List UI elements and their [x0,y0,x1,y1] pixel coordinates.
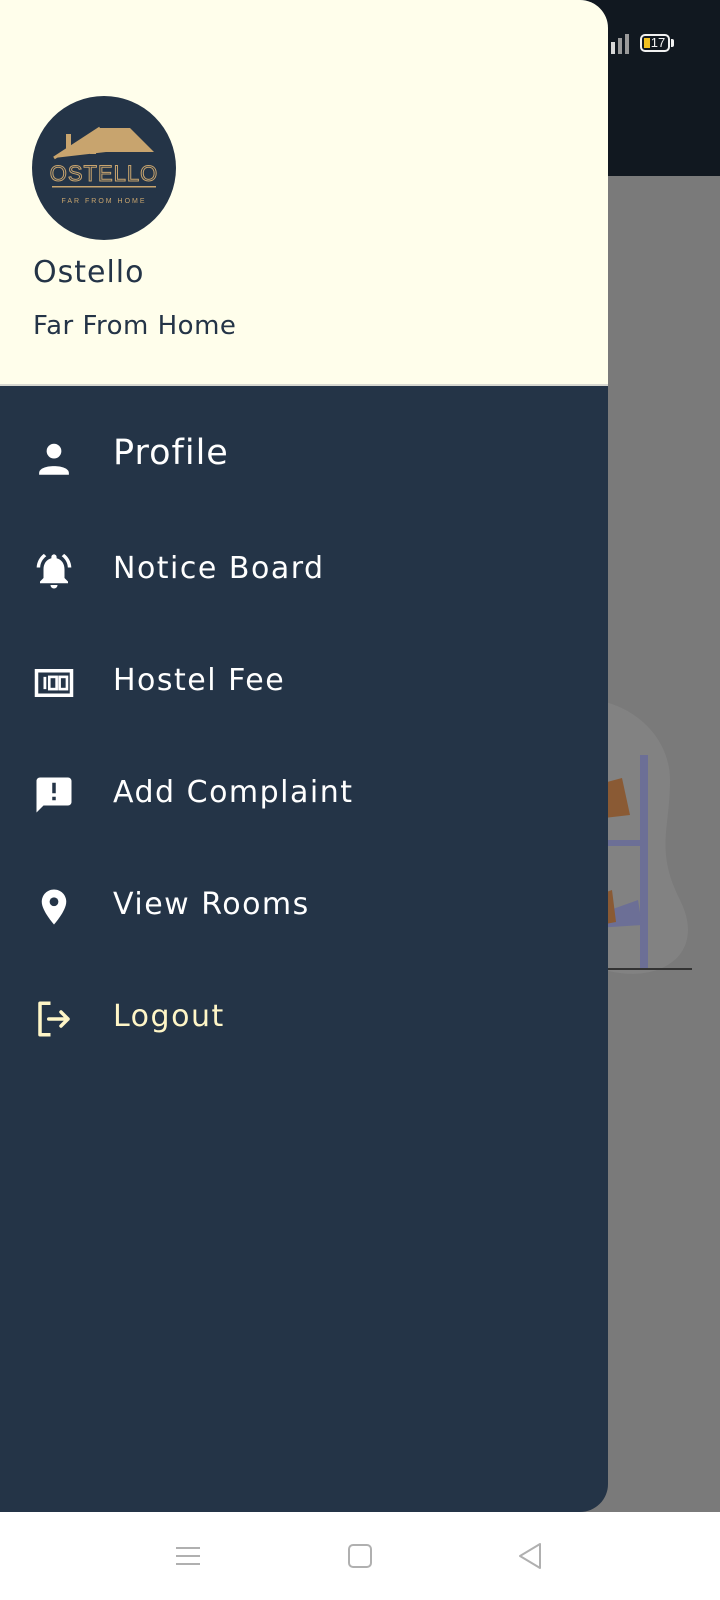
drawer-subtitle: Far From Home [33,311,237,341]
svg-text:OSTELLO: OSTELLO [50,161,158,186]
ostello-logo: OSTELLO FAR FROM HOME [32,96,176,240]
drawer-menu: Profile Notice Board Hostel Fee Add Comp… [0,402,608,1074]
menu-item-notice-board[interactable]: Notice Board [0,514,608,626]
menu-item-label: Profile [113,433,229,473]
menu-item-label: Add Complaint [113,775,354,810]
navigation-drawer: OSTELLO FAR FROM HOME Ostello Far From H… [0,0,608,1512]
back-triangle-icon[interactable] [514,1540,546,1572]
menu-item-logout[interactable]: Logout [0,962,608,1074]
menu-icon[interactable] [172,1540,204,1572]
logout-icon [38,1001,70,1037]
battery-icon: 17 [640,34,670,52]
menu-item-label: Notice Board [113,551,325,586]
location-pin-icon [41,889,67,925]
signal-icon [604,34,629,54]
menu-item-add-complaint[interactable]: Add Complaint [0,738,608,850]
menu-item-view-rooms[interactable]: View Rooms [0,850,608,962]
menu-item-profile[interactable]: Profile [0,402,608,514]
battery-level-text: 17 [650,35,666,50]
battery-level [644,38,650,48]
person-icon [39,443,69,475]
menu-item-label: Hostel Fee [113,663,286,698]
house-roof-icon: OSTELLO FAR FROM HOME [49,126,158,205]
feedback-icon [36,777,72,813]
menu-item-label: View Rooms [113,887,310,922]
battery-tip [671,39,674,47]
system-nav-bar [0,1512,720,1600]
drawer-title: Ostello [33,255,145,290]
menu-item-hostel-fee[interactable]: Hostel Fee [0,626,608,738]
notification-bell-icon [36,553,72,589]
home-square-icon[interactable] [344,1540,376,1572]
svg-text:FAR FROM HOME: FAR FROM HOME [61,198,146,205]
menu-item-label: Logout [113,999,225,1034]
money-100-icon [34,669,74,697]
drawer-header: OSTELLO FAR FROM HOME Ostello Far From H… [0,0,608,386]
